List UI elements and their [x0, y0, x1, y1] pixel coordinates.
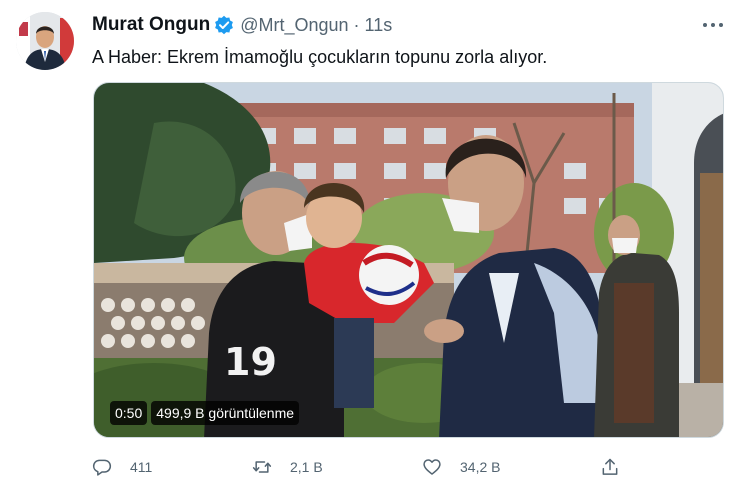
verified-badge-icon	[214, 15, 234, 35]
tweet[interactable]: Murat Ongun @Mrt_Ongun · 11s A Haber: Ek…	[0, 0, 741, 490]
tweet-text: A Haber: Ekrem İmamoğlu çocukların topun…	[92, 47, 548, 67]
retweet-button[interactable]: 2,1 B	[252, 454, 323, 480]
tweet-actions: 411 2,1 B 34,2 B	[92, 454, 632, 480]
reply-button[interactable]: 411	[92, 454, 152, 480]
video-badge: 0:50 499,9 B görüntülenme	[110, 401, 300, 425]
svg-text:19: 19	[224, 340, 277, 384]
like-button[interactable]: 34,2 B	[422, 454, 500, 480]
video-thumbnail: 19	[94, 83, 723, 437]
author-handle[interactable]: @Mrt_Ongun	[240, 15, 348, 36]
reply-icon	[92, 459, 112, 476]
like-count: 34,2 B	[460, 459, 501, 475]
author-display-name[interactable]: Murat Ongun	[92, 14, 210, 36]
video-player[interactable]: 19 0:50 499,9 B görüntülenme	[93, 82, 724, 438]
tweet-header: Murat Ongun @Mrt_Ongun · 11s	[92, 12, 392, 38]
more-options-button[interactable]	[698, 12, 728, 38]
retweet-count: 2,1 B	[290, 459, 323, 475]
more-horizontal-icon	[703, 23, 707, 27]
header-separator: ·	[353, 14, 360, 35]
share-button[interactable]	[600, 454, 620, 480]
avatar[interactable]	[16, 12, 74, 70]
retweet-icon	[252, 461, 272, 473]
video-duration: 0:50	[110, 401, 148, 425]
heart-icon	[423, 459, 441, 475]
share-icon	[602, 458, 618, 475]
tweet-timestamp[interactable]: 11s	[365, 15, 393, 36]
video-view-count: 499,9 B görüntülenme	[151, 401, 300, 425]
reply-count: 411	[130, 459, 153, 475]
